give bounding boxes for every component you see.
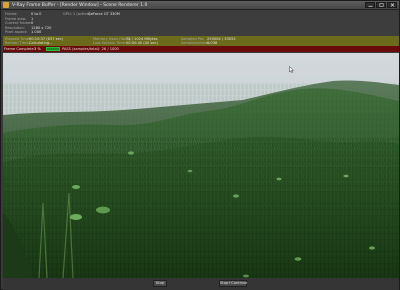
render-stats-bar: Elapsed Time:00:10:37 (637 sec) Remain T… [3, 36, 399, 46]
info-row-gpu: GPU: 1 (active)GeForce GT 330M [63, 12, 120, 16]
stat-samples-per-sec: Samples/pix/sec:0.036 [181, 41, 218, 45]
window-controls [365, 2, 397, 8]
maximize-button[interactable] [376, 2, 386, 8]
minimize-icon [368, 5, 372, 7]
close-icon [390, 3, 394, 7]
stop-button[interactable]: Stop [153, 280, 167, 287]
pass-status-text: PASS (samples/total): 26 / 1000 [62, 47, 119, 51]
title-bar[interactable]: V-Ray Frame Buffer - [Render Window] - S… [1, 1, 399, 10]
stat-last-section-time: Last Section Time:00:00:40 (40 sec) [93, 41, 158, 45]
progress-percent: 3 % [34, 47, 41, 51]
stop-continue-button[interactable]: Stop+Continue [219, 280, 247, 287]
info-row-pixel-aspect: Pixel aspect: 1.000 [5, 30, 42, 35]
close-button[interactable] [387, 2, 397, 8]
window-title: V-Ray Frame Buffer - [Render Window] - S… [12, 3, 148, 8]
stat-remain-time: Remain Time:Calculating... [5, 41, 53, 45]
render-viewport[interactable] [3, 53, 399, 278]
progress-status-bar: Frame Complete 3 % RENDER PASS (samples/… [3, 46, 399, 52]
rendered-grass-landscape [3, 53, 399, 278]
mouse-cursor-icon [289, 66, 294, 73]
status-label: Frame Complete [4, 47, 34, 51]
app-icon [3, 2, 9, 8]
minimize-button[interactable] [365, 2, 375, 8]
render-controls-bar: Stop Stop+Continue [3, 278, 399, 290]
render-mode-badge: RENDER [46, 47, 60, 51]
render-window: V-Ray Frame Buffer - [Render Window] - S… [0, 0, 400, 290]
maximize-icon [379, 3, 384, 7]
